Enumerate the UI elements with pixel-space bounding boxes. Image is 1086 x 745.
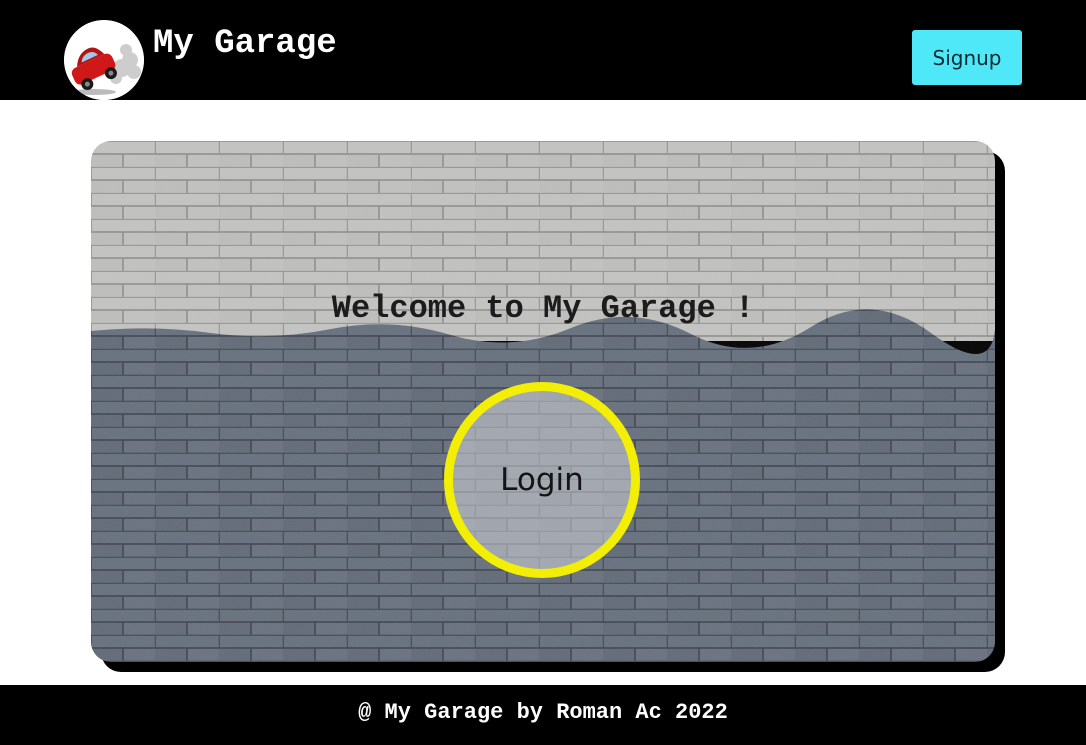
welcome-heading: Welcome to My Garage ! (331, 290, 755, 327)
footer: @ My Garage by Roman Ac 2022 (0, 685, 1086, 745)
car-logo-icon[interactable] (64, 20, 144, 100)
footer-credit: @ My Garage by Roman Ac 2022 (358, 699, 728, 725)
brand-title[interactable]: My Garage (153, 24, 337, 64)
signup-button[interactable]: Signup (912, 30, 1022, 85)
login-label: Login (500, 462, 584, 498)
top-navbar: My Garage Signup (0, 0, 1086, 100)
login-button[interactable]: Login (444, 382, 640, 578)
hero-card: Welcome to My Garage ! Login (91, 141, 995, 662)
